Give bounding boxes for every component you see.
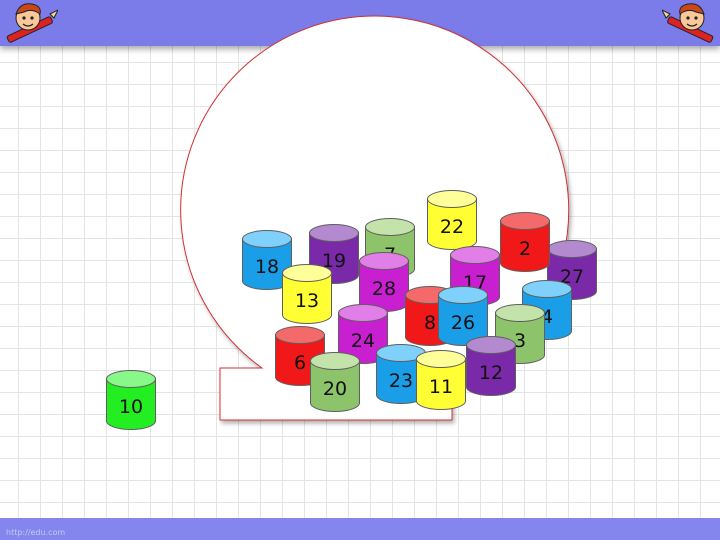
- number-jar[interactable]: 20: [310, 352, 362, 416]
- jar-number: 2: [518, 238, 532, 260]
- jar-number: 11: [428, 376, 454, 398]
- number-jar[interactable]: 13: [282, 264, 334, 328]
- jar-number: 13: [294, 290, 320, 312]
- jar-number: 22: [439, 216, 465, 238]
- jar-number: 20: [322, 378, 348, 400]
- outside-number-jar[interactable]: 10: [106, 370, 158, 434]
- footer-bar: http://edu.com: [0, 518, 720, 540]
- jar-number: 26: [450, 312, 476, 334]
- number-jar[interactable]: 22: [427, 190, 479, 254]
- jar-number: 12: [478, 362, 504, 384]
- number-jar[interactable]: 2: [500, 212, 552, 276]
- watermark-text: http://edu.com: [6, 528, 66, 537]
- number-jar[interactable]: 11: [416, 350, 468, 414]
- jar-number: 28: [371, 278, 397, 300]
- number-jar[interactable]: 12: [466, 336, 518, 400]
